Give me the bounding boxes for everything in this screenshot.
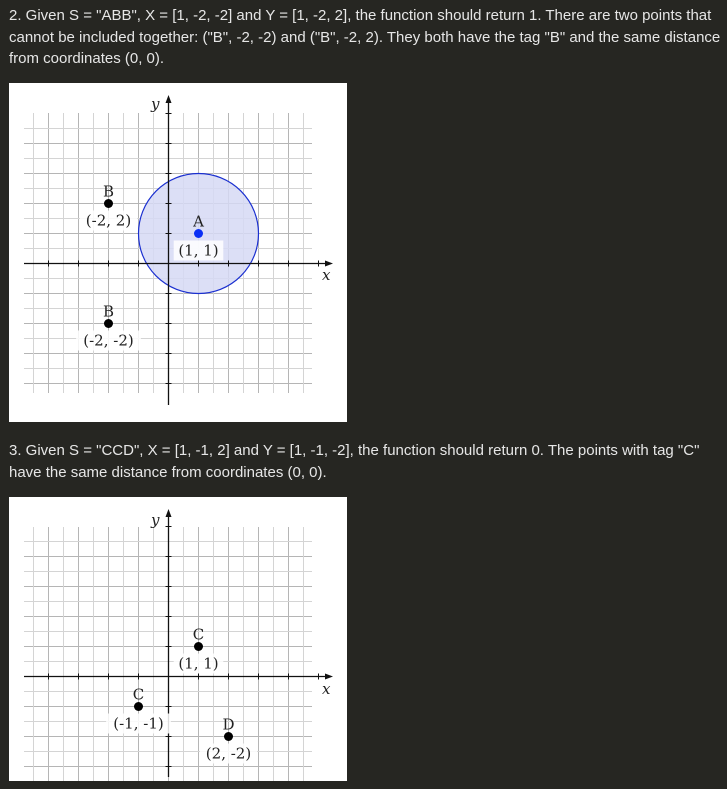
point-tag-label: D — [222, 716, 234, 734]
point-coord-label: (-2, 2) — [86, 212, 131, 230]
point-marker — [224, 732, 233, 741]
coordinate-plot-2: y x C (1, 1) C (-1, -1) D (2, -2) — [24, 509, 333, 781]
example-3-figure: y x C (1, 1) C (-1, -1) D (2, -2) — [9, 497, 347, 781]
point-tag-label: A — [192, 213, 204, 231]
y-axis-arrow — [165, 95, 172, 103]
point-tag-label: B — [103, 183, 114, 201]
point-coord-label: (2, -2) — [206, 745, 251, 763]
example-3-text: 3. Given S = "CCD", X = [1, -1, 2] and Y… — [9, 442, 700, 481]
data-point: C (-1, -1) — [106, 686, 171, 734]
point-tag-label: C — [193, 626, 204, 644]
y-axis-label: y — [150, 95, 160, 113]
point-marker — [134, 702, 143, 711]
data-point: C (1, 1) — [173, 626, 224, 674]
point-coord-label: (1, 1) — [178, 242, 218, 260]
point-marker — [194, 229, 203, 238]
data-point: B (-2, -2) — [76, 303, 141, 351]
point-marker — [104, 319, 113, 328]
x-axis-label: x — [322, 680, 331, 698]
y-axis-label: y — [150, 511, 160, 529]
point-coord-label: (1, 1) — [178, 655, 218, 673]
y-axis-arrow — [165, 509, 172, 517]
point-marker — [194, 642, 203, 651]
point-tag-label: C — [133, 686, 144, 704]
point-marker — [104, 199, 113, 208]
data-point: B (-2, 2) — [79, 183, 138, 231]
x-axis-arrow — [325, 673, 333, 680]
point-coord-label: (-2, -2) — [83, 332, 133, 350]
data-point: D (2, -2) — [199, 716, 258, 764]
example-2-text: 2. Given S = "ABB", X = [1, -2, -2] and … — [9, 7, 721, 67]
example-2-figure: y x B (-2, 2) A (1, 1) B (-2, -2) — [9, 83, 347, 422]
coordinate-plot-1: y x B (-2, 2) A (1, 1) B (-2, -2) — [24, 95, 333, 405]
point-coord-label: (-1, -1) — [113, 715, 163, 733]
x-axis-label: x — [322, 266, 331, 284]
point-tag-label: B — [103, 303, 114, 321]
